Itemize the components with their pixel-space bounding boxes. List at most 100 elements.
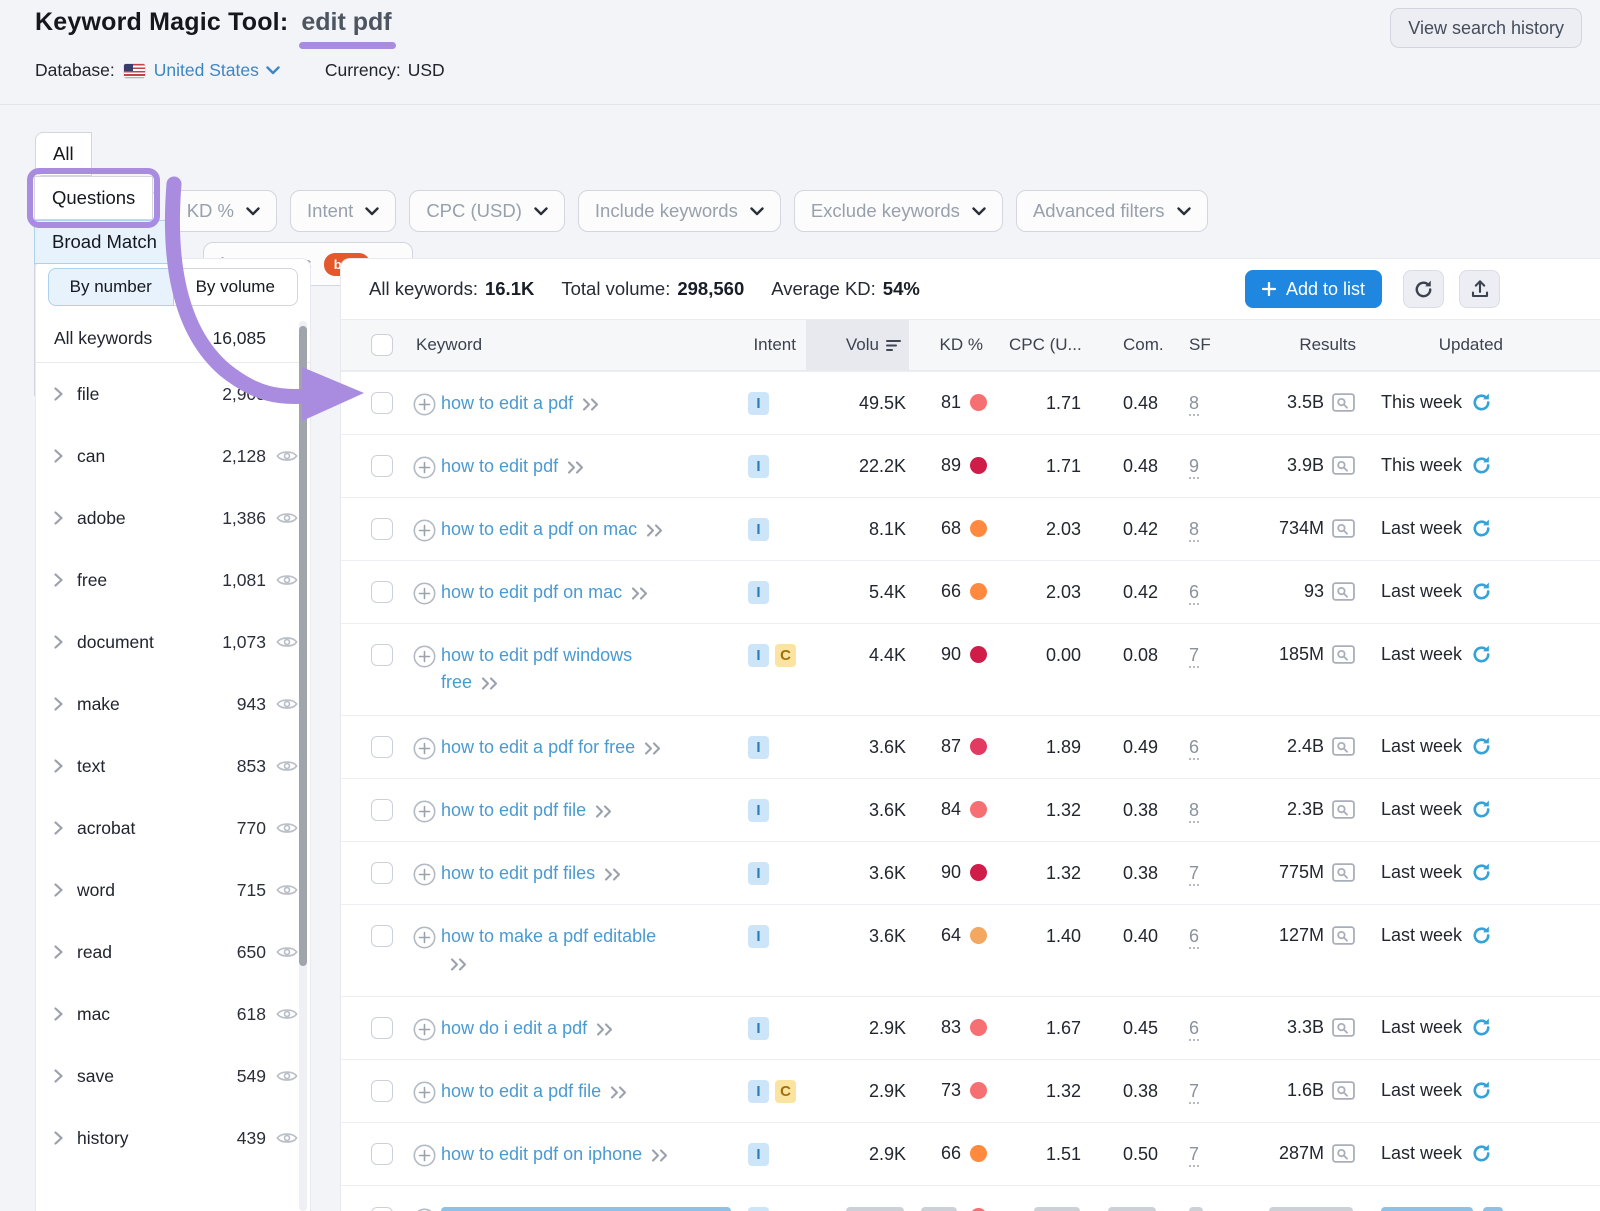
expand-keyword-icon[interactable] bbox=[646, 524, 665, 537]
column-sf[interactable]: SF bbox=[1189, 320, 1211, 370]
tab-broad-match[interactable]: Broad Match bbox=[34, 220, 175, 264]
keyword-link[interactable]: how do i edit a pdf bbox=[441, 1015, 615, 1042]
row-checkbox[interactable] bbox=[371, 799, 393, 821]
tab-all[interactable]: All bbox=[35, 132, 92, 176]
keyword-link[interactable]: how to edit a pdf on mac bbox=[441, 516, 665, 543]
expand-keyword-icon[interactable] bbox=[604, 868, 623, 881]
add-keyword-icon[interactable] bbox=[413, 926, 436, 949]
add-keyword-icon[interactable] bbox=[413, 456, 436, 479]
add-keyword-icon[interactable] bbox=[413, 1081, 436, 1104]
expand-keyword-icon[interactable] bbox=[450, 958, 469, 971]
row-checkbox[interactable] bbox=[371, 1017, 393, 1039]
row-checkbox[interactable] bbox=[371, 455, 393, 477]
expand-keyword-icon[interactable] bbox=[582, 398, 601, 411]
refresh-metrics-icon[interactable] bbox=[1471, 1143, 1492, 1164]
serp-features-link[interactable]: 7 bbox=[1189, 1144, 1199, 1167]
sidebar-scrollbar-thumb[interactable] bbox=[299, 326, 307, 966]
refresh-table-button[interactable] bbox=[1403, 270, 1444, 308]
serp-preview-icon[interactable] bbox=[1332, 1018, 1355, 1037]
column-intent[interactable]: Intent bbox=[736, 320, 796, 370]
row-checkbox[interactable] bbox=[371, 392, 393, 414]
keyword-link[interactable]: how to edit a pdf file bbox=[441, 1078, 629, 1105]
keyword-link[interactable]: how to edit pdf files bbox=[441, 860, 623, 887]
serp-preview-icon[interactable] bbox=[1332, 519, 1355, 538]
row-checkbox[interactable] bbox=[371, 644, 393, 666]
sidebar-group-can[interactable]: can 2,128 bbox=[36, 425, 310, 487]
eye-icon[interactable] bbox=[276, 510, 298, 526]
eye-icon[interactable] bbox=[276, 696, 298, 712]
eye-icon[interactable] bbox=[276, 572, 298, 588]
refresh-metrics-icon[interactable] bbox=[1471, 1017, 1492, 1038]
expand-keyword-icon[interactable] bbox=[596, 1023, 615, 1036]
keyword-link[interactable]: how to edit a pdf for free bbox=[441, 734, 663, 761]
eye-icon[interactable] bbox=[276, 386, 298, 402]
serp-features-link[interactable]: 6 bbox=[1189, 582, 1199, 605]
refresh-metrics-icon[interactable] bbox=[1471, 736, 1492, 757]
serp-features-link[interactable]: 7 bbox=[1189, 863, 1199, 886]
add-keyword-icon[interactable] bbox=[413, 582, 436, 605]
expand-keyword-icon[interactable] bbox=[651, 1149, 670, 1162]
keyword-link[interactable]: how to edit pdf file bbox=[441, 797, 614, 824]
keyword-link[interactable]: how to edit pdf bbox=[441, 453, 586, 480]
eye-icon[interactable] bbox=[276, 758, 298, 774]
sidebar-group-adobe[interactable]: adobe 1,386 bbox=[36, 487, 310, 549]
filter-include-keywords[interactable]: Include keywords bbox=[578, 190, 781, 232]
serp-features-link[interactable]: 7 bbox=[1189, 1081, 1199, 1104]
column-cpc[interactable]: CPC (U... bbox=[1009, 320, 1082, 370]
row-checkbox[interactable] bbox=[371, 862, 393, 884]
refresh-metrics-icon[interactable] bbox=[1471, 925, 1492, 946]
sidebar-group-mac[interactable]: mac 618 bbox=[36, 983, 310, 1045]
row-checkbox[interactable] bbox=[371, 736, 393, 758]
row-checkbox[interactable] bbox=[371, 925, 393, 947]
refresh-metrics-icon[interactable] bbox=[1471, 518, 1492, 539]
serp-preview-icon[interactable] bbox=[1332, 800, 1355, 819]
column-kd[interactable]: KD % bbox=[871, 320, 983, 370]
eye-icon[interactable] bbox=[276, 1130, 298, 1146]
serp-preview-icon[interactable] bbox=[1332, 645, 1355, 664]
sidebar-group-read[interactable]: read 650 bbox=[36, 921, 310, 983]
keyword-link[interactable]: how to edit pdf windowsfree bbox=[441, 642, 632, 696]
sidebar-group-document[interactable]: document 1,073 bbox=[36, 611, 310, 673]
refresh-metrics-icon[interactable] bbox=[1471, 1080, 1492, 1101]
serp-features-link[interactable]: 8 bbox=[1189, 393, 1199, 416]
add-to-list-button[interactable]: Add to list bbox=[1245, 270, 1382, 308]
serp-preview-icon[interactable] bbox=[1332, 582, 1355, 601]
serp-preview-icon[interactable] bbox=[1332, 926, 1355, 945]
expand-keyword-icon[interactable] bbox=[644, 742, 663, 755]
serp-features-link[interactable]: 6 bbox=[1189, 737, 1199, 760]
column-com[interactable]: Com. bbox=[1123, 320, 1164, 370]
filter-cpc-usd-[interactable]: CPC (USD) bbox=[409, 190, 565, 232]
serp-features-link[interactable]: 8 bbox=[1189, 519, 1199, 542]
eye-icon[interactable] bbox=[276, 1068, 298, 1084]
eye-icon[interactable] bbox=[276, 882, 298, 898]
expand-keyword-icon[interactable] bbox=[481, 677, 500, 690]
keyword-link[interactable]: how to edit pdf on iphone bbox=[441, 1141, 670, 1168]
sidebar-group-acrobat[interactable]: acrobat 770 bbox=[36, 797, 310, 859]
serp-preview-icon[interactable] bbox=[1332, 393, 1355, 412]
refresh-metrics-icon[interactable] bbox=[1471, 455, 1492, 476]
select-all-checkbox[interactable] bbox=[371, 334, 393, 356]
eye-icon[interactable] bbox=[276, 820, 298, 836]
serp-preview-icon[interactable] bbox=[1332, 863, 1355, 882]
add-keyword-icon[interactable] bbox=[413, 1018, 436, 1041]
keyword-link[interactable]: how to make a pdf editable bbox=[441, 923, 656, 977]
keyword-link[interactable]: how to edit pdf on mac bbox=[441, 579, 650, 606]
refresh-metrics-icon[interactable] bbox=[1471, 862, 1492, 883]
serp-preview-icon[interactable] bbox=[1332, 737, 1355, 756]
refresh-metrics-icon[interactable] bbox=[1471, 581, 1492, 602]
row-checkbox[interactable] bbox=[371, 1143, 393, 1165]
view-search-history-button[interactable]: View search history bbox=[1390, 8, 1582, 48]
row-checkbox[interactable] bbox=[371, 1080, 393, 1102]
serp-features-link[interactable]: 6 bbox=[1189, 1018, 1199, 1041]
sidebar-group-text[interactable]: text 853 bbox=[36, 735, 310, 797]
sidebar-group-free[interactable]: free 1,081 bbox=[36, 549, 310, 611]
add-keyword-icon[interactable] bbox=[413, 519, 436, 542]
add-keyword-icon[interactable] bbox=[413, 393, 436, 416]
add-keyword-icon[interactable] bbox=[413, 863, 436, 886]
eye-icon[interactable] bbox=[276, 944, 298, 960]
filter-kd-[interactable]: KD % bbox=[170, 190, 277, 232]
serp-preview-icon[interactable] bbox=[1332, 1081, 1355, 1100]
eye-icon[interactable] bbox=[276, 448, 298, 464]
expand-keyword-icon[interactable] bbox=[631, 587, 650, 600]
sidebar-group-word[interactable]: word 715 bbox=[36, 859, 310, 921]
